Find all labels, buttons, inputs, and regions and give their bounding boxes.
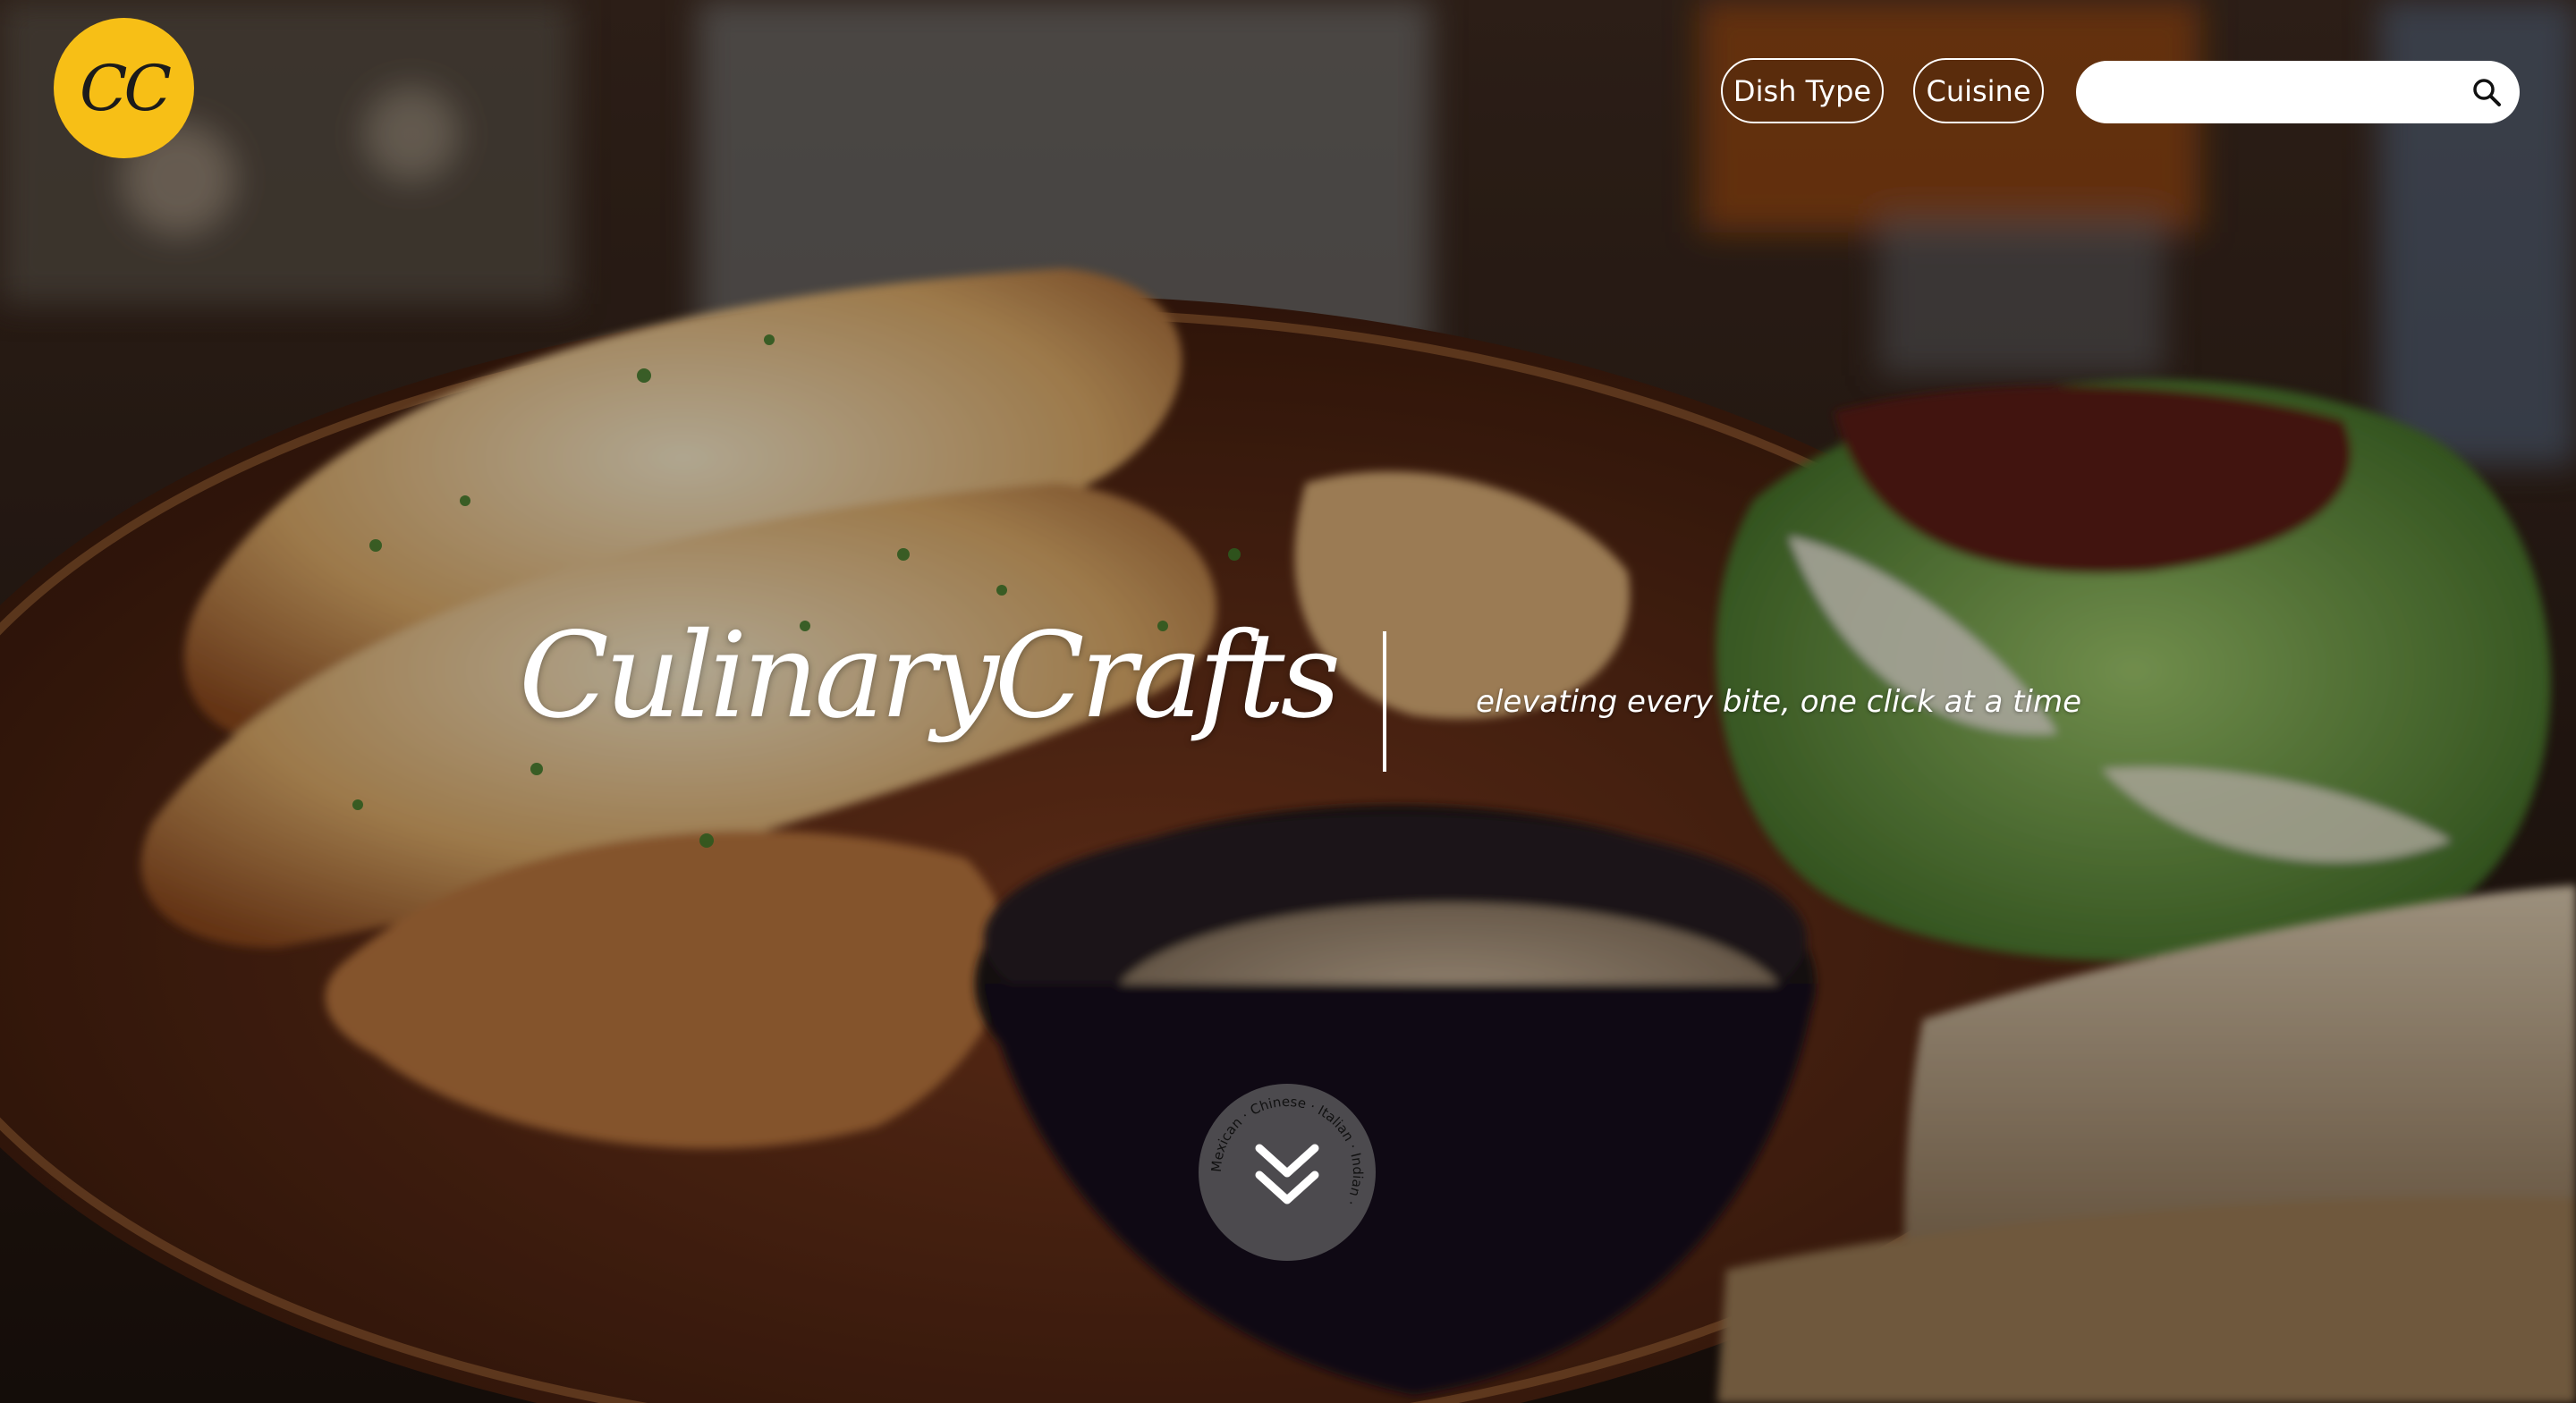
cuisine-label: Cuisine [1926,73,2031,108]
brand-title: CulinaryCrafts [519,607,1341,745]
site-logo[interactable]: CC [54,18,194,158]
cuisine-ring-text: Mexican · Chinese · Italian · Indian · [1208,1094,1366,1208]
scroll-button-graphic: Mexican · Chinese · Italian · Indian · [1208,1094,1366,1208]
double-chevron-down-icon [1255,1144,1319,1204]
dish-type-button[interactable]: Dish Type [1721,58,1884,123]
logo-text: CC [79,51,172,125]
title-divider [1383,631,1386,772]
search-input[interactable] [2099,72,2461,114]
tagline: elevating every bite, one click at a tim… [1476,684,2081,720]
search-bar [2076,61,2520,123]
cuisine-button[interactable]: Cuisine [1913,58,2044,123]
scroll-down-button[interactable]: Mexican · Chinese · Italian · Indian · [1199,1084,1376,1261]
dish-type-label: Dish Type [1733,73,1872,108]
search-icon[interactable] [2471,77,2502,107]
